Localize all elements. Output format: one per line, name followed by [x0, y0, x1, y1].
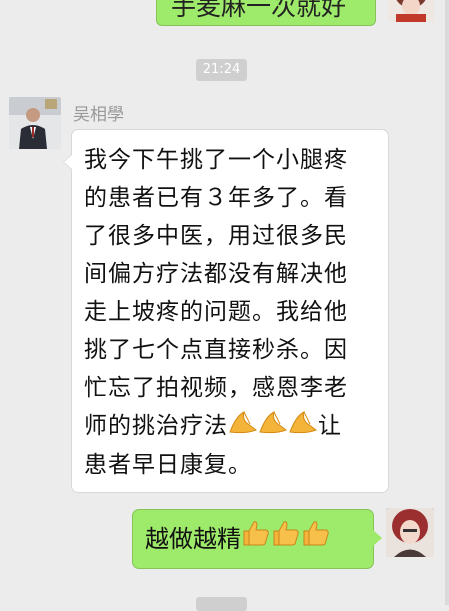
- message-line-text-tail: 让: [318, 413, 342, 439]
- message-line: 的患者已有３年多了。看: [84, 185, 348, 211]
- message-timestamp-next: [196, 597, 247, 611]
- message-line: 了很多中医，用过很多民: [84, 223, 348, 249]
- thumbs-up-icon: [271, 511, 301, 569]
- message-text: 越做越精: [145, 525, 241, 553]
- message-text: 我今下午挑了一个小腿疼 的患者已有３年多了。看 了很多中医，用过很多民 间偏方疗…: [84, 141, 378, 484]
- message-line: 我今下午挑了一个小腿疼: [84, 147, 348, 173]
- message-line-text: 师的挑治疗法: [84, 413, 228, 439]
- message-timestamp: 21:24: [196, 59, 247, 81]
- message-line-with-emoji: 师的挑治疗法 让: [84, 407, 378, 446]
- thumbs-up-icon: [301, 511, 331, 569]
- avatar-sender[interactable]: [9, 97, 61, 149]
- thumbs-up-icon: [241, 511, 271, 569]
- incoming-message-bubble[interactable]: 我今下午挑了一个小腿疼 的患者已有３年多了。看 了很多中医，用过很多民 间偏方疗…: [63, 129, 389, 493]
- message-text: 手麦麻一次就好: [171, 0, 347, 21]
- message-line: 走上坡疼的问题。我给他: [84, 299, 348, 325]
- message-line: 忙忘了拍视频，感恩李老: [84, 375, 348, 401]
- outgoing-message-bubble[interactable]: 越做越精: [132, 509, 382, 569]
- avatar-self[interactable]: [386, 508, 434, 557]
- message-line: 挑了七个点直接秒杀。因: [84, 337, 348, 363]
- folded-hands-icon: [288, 408, 318, 446]
- avatar-self[interactable]: [388, 0, 434, 22]
- folded-hands-icon: [228, 408, 258, 446]
- outgoing-message-bubble-previous[interactable]: 手麦麻一次就好: [156, 0, 376, 26]
- message-line: 间偏方疗法都没有解决他: [84, 261, 348, 287]
- message-line: 患者早日康复。: [84, 451, 252, 478]
- folded-hands-icon: [258, 408, 288, 446]
- sender-name: 吴相學: [73, 105, 124, 125]
- scrollbar[interactable]: [445, 0, 449, 605]
